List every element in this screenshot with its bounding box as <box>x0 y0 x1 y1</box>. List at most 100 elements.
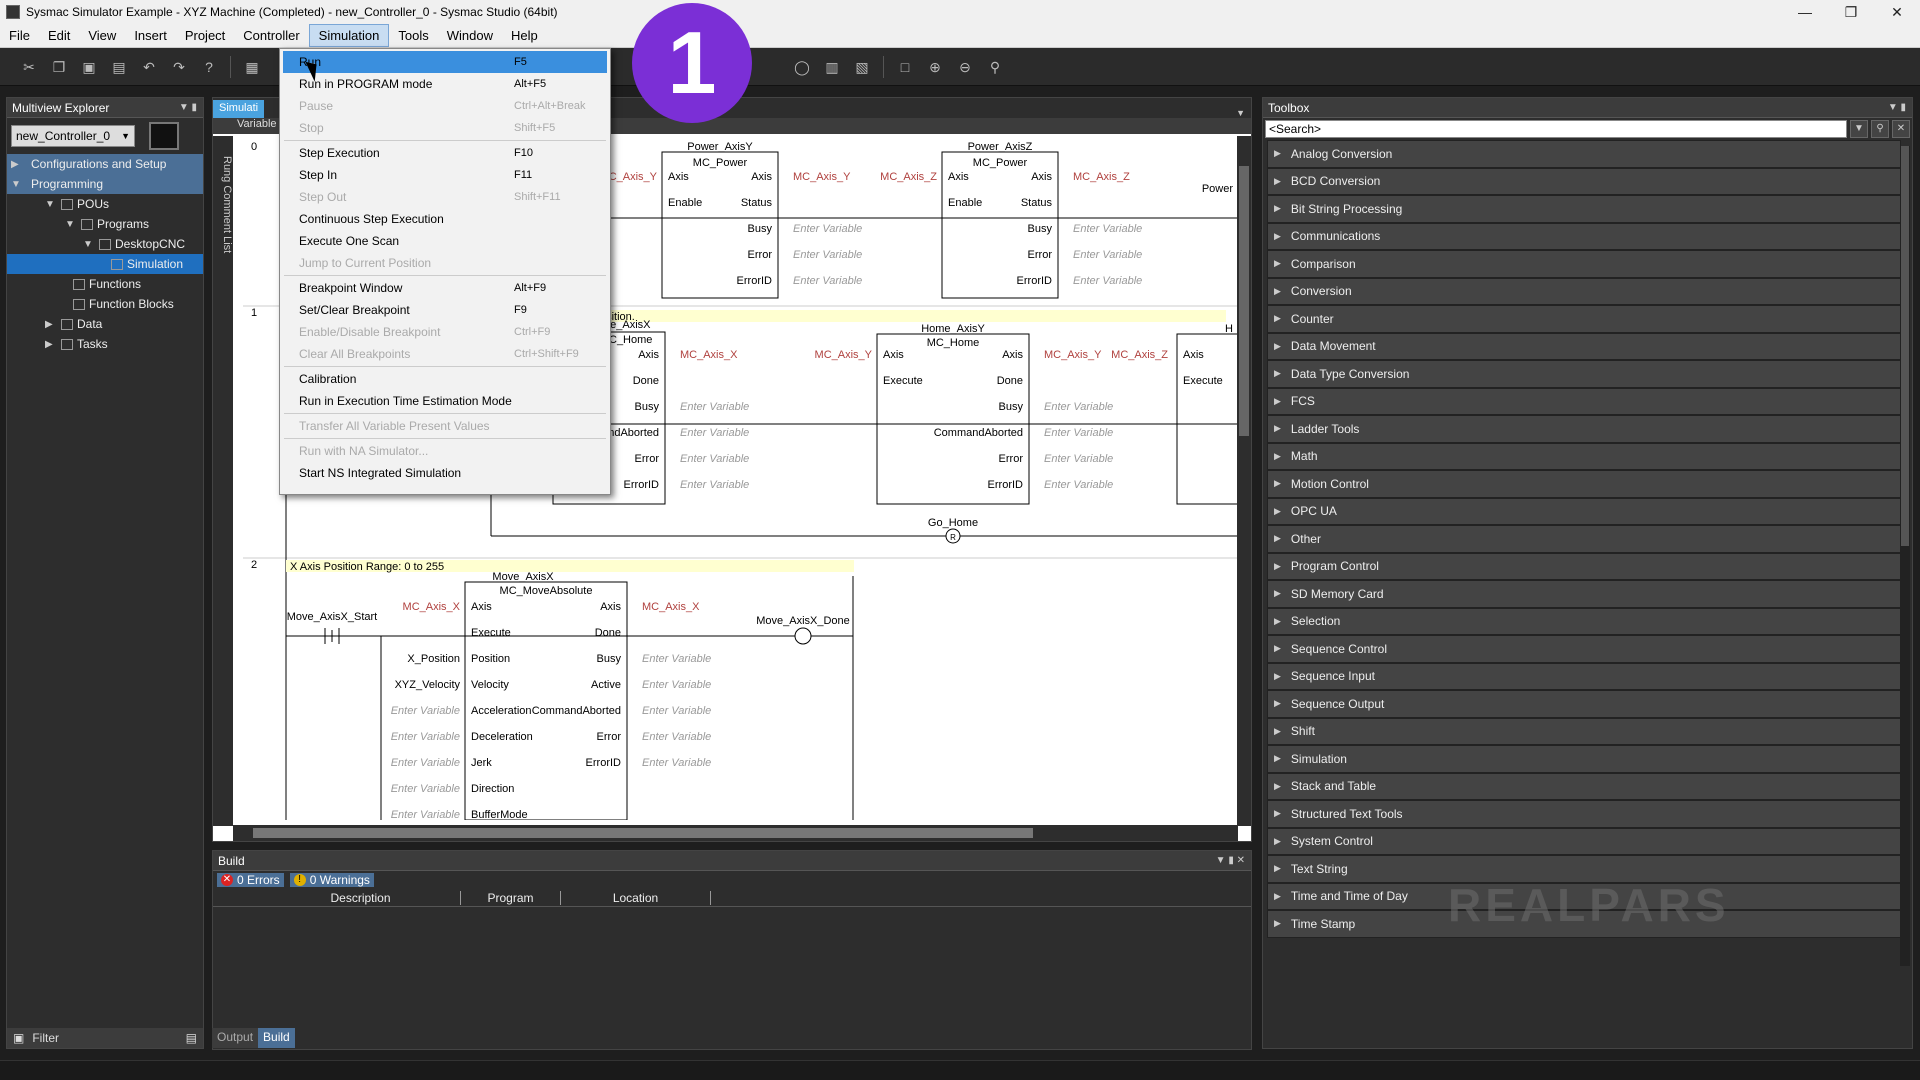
search-dropdown-icon[interactable]: ▼ <box>1850 120 1868 138</box>
variable-placeholder[interactable]: Enter Variable <box>642 653 711 665</box>
menu-item-step-in[interactable]: Step In F11 <box>280 164 610 186</box>
tree-item-desktopcnc[interactable]: ▼ DesktopCNC <box>7 234 203 254</box>
variable-placeholder[interactable]: Enter Variable <box>642 679 711 691</box>
delete-icon[interactable]: ▤ <box>111 59 127 75</box>
variable-placeholder[interactable]: Enter Variable <box>391 783 460 795</box>
clear-search-icon[interactable]: ✕ <box>1892 120 1910 138</box>
variable-name[interactable]: MC_Axis_X <box>642 601 700 613</box>
menu-item-set-clear-breakpoint[interactable]: Set/Clear Breakpoint F9 <box>280 299 610 321</box>
variable-placeholder[interactable]: Enter Variable <box>1044 427 1113 439</box>
menu-window[interactable]: Window <box>438 25 502 46</box>
toolbox-category[interactable]: ▶ Counter <box>1267 305 1901 333</box>
variable-placeholder[interactable]: Enter Variable <box>642 731 711 743</box>
minimize-icon[interactable]: — <box>1782 4 1828 21</box>
expand-icon[interactable]: ▶ <box>11 159 23 170</box>
menu-item-execution-time-estimation[interactable]: Run in Execution Time Estimation Mode <box>280 390 610 412</box>
toolbox-category[interactable]: ▶ Bit String Processing <box>1267 195 1901 223</box>
sim-run-icon[interactable]: ◯ <box>794 59 810 75</box>
toolbox-category[interactable]: ▶ Ladder Tools <box>1267 415 1901 443</box>
cut-icon[interactable]: ✂ <box>21 59 37 75</box>
rung-comment[interactable]: X Axis Position Range: 0 to 255 <box>290 561 444 573</box>
collapse-icon[interactable]: ▼ <box>65 219 77 230</box>
variable-placeholder[interactable]: Enter Variable <box>1044 401 1113 413</box>
toolbox-category[interactable]: ▶ Conversion <box>1267 277 1901 305</box>
tree-item-pous[interactable]: ▼ POUs <box>7 194 203 214</box>
menu-item-execute-one-scan[interactable]: Execute One Scan <box>280 230 610 252</box>
variable-placeholder[interactable]: Enter Variable <box>642 757 711 769</box>
paste-icon[interactable]: ▣ <box>81 59 97 75</box>
variable-placeholder[interactable]: Enter Variable <box>391 731 460 743</box>
close-icon[interactable]: ✕ <box>1874 4 1920 21</box>
scroll-thumb[interactable] <box>253 828 1033 838</box>
menu-edit[interactable]: Edit <box>39 25 79 46</box>
variable-placeholder[interactable]: Enter Variable <box>391 809 460 820</box>
pin-icon[interactable]: ▼ ▮ <box>1888 102 1906 113</box>
menu-item-ns-integrated-simulation[interactable]: Start NS Integrated Simulation <box>280 462 610 484</box>
filter-toggle-icon[interactable]: ▤ <box>186 1031 197 1045</box>
variable-name[interactable]: MC_Axis_Z <box>880 171 937 183</box>
column-header-description[interactable]: Description <box>261 890 461 905</box>
tree-item-data[interactable]: ▶ Data <box>7 314 203 334</box>
scroll-thumb[interactable] <box>1901 146 1909 546</box>
tree-item-tasks[interactable]: ▶ Tasks <box>7 334 203 354</box>
collapse-icon[interactable]: ▼ <box>45 199 57 210</box>
zoom-out-icon[interactable]: ⊖ <box>957 59 973 75</box>
menu-file[interactable]: File <box>0 25 39 46</box>
toolbox-category[interactable]: ▶ Program Control <box>1267 552 1901 580</box>
sim-scan-icon[interactable]: ▧ <box>854 59 870 75</box>
maximize-icon[interactable]: ❐ <box>1828 4 1874 21</box>
toolbox-category[interactable]: ▶ Math <box>1267 442 1901 470</box>
toolbox-scrollbar[interactable] <box>1900 146 1910 966</box>
menu-item-continuous-step[interactable]: Continuous Step Execution <box>280 208 610 230</box>
variable-placeholder[interactable]: Enter Variable <box>793 223 862 235</box>
variable-name[interactable]: MC_Axis_Z <box>1111 349 1168 361</box>
zoom-reset-icon[interactable]: ⚲ <box>987 59 1003 75</box>
toolbox-category[interactable]: ▶ Data Type Conversion <box>1267 360 1901 388</box>
tab-output[interactable]: Output <box>212 1028 259 1048</box>
menu-item-run-program-mode[interactable]: Run in PROGRAM mode Alt+F5 <box>280 73 610 95</box>
variable-name[interactable]: MC_Axis_Z <box>1073 171 1130 183</box>
toolbox-category[interactable]: ▶ Selection <box>1267 607 1901 635</box>
panel-controls-icon[interactable]: ▼ ▮ ✕ <box>1216 855 1245 866</box>
tree-item-programs[interactable]: ▼ Programs <box>7 214 203 234</box>
fit-view-icon[interactable]: □ <box>897 59 913 75</box>
variable-placeholder[interactable]: Enter Variable <box>680 427 749 439</box>
expand-icon[interactable]: ▶ <box>45 319 57 330</box>
editor-horizontal-scrollbar[interactable] <box>233 825 1238 841</box>
toolbox-category[interactable]: ▶ Data Movement <box>1267 332 1901 360</box>
toolbox-category[interactable]: ▶ BCD Conversion <box>1267 167 1901 195</box>
tab-simulation[interactable]: Simulati <box>213 100 265 118</box>
toolbox-category[interactable]: ▶ Motion Control <box>1267 470 1901 498</box>
variable-name[interactable]: MC_Axis_Y <box>815 349 873 361</box>
menu-item-run[interactable]: Run F5 <box>283 51 607 73</box>
toolbox-category[interactable]: ▶ Structured Text Tools <box>1267 800 1901 828</box>
expand-icon[interactable]: ▶ <box>45 339 57 350</box>
scroll-thumb[interactable] <box>1239 166 1249 436</box>
zoom-in-icon[interactable]: ⊕ <box>927 59 943 75</box>
undo-icon[interactable]: ↶ <box>141 59 157 75</box>
collapse-icon[interactable]: ▼ <box>11 179 23 190</box>
tab-list-icon[interactable]: ▼ <box>1236 108 1245 118</box>
toolbox-category[interactable]: ▶ Sequence Control <box>1267 635 1901 663</box>
variable-name[interactable]: XYZ_Velocity <box>395 679 461 691</box>
tab-build[interactable]: Build <box>258 1028 295 1048</box>
variable-name[interactable]: MC_Axis_X <box>403 601 461 613</box>
warnings-filter-button[interactable]: ! 0 Warnings <box>289 873 374 887</box>
menu-help[interactable]: Help <box>502 25 547 46</box>
toolbox-category[interactable]: ▶ Other <box>1267 525 1901 553</box>
variable-placeholder[interactable]: Enter Variable <box>1073 249 1142 261</box>
variable-placeholder[interactable]: Enter Variable <box>1044 479 1113 491</box>
toolbox-search-input[interactable] <box>1265 120 1847 138</box>
menu-item-step-execution[interactable]: Step Execution F10 <box>280 142 610 164</box>
variable-name[interactable]: MC_Axis_X <box>680 349 738 361</box>
tree-item-functions[interactable]: Functions <box>7 274 203 294</box>
online-icon[interactable]: ▦ <box>244 59 260 75</box>
redo-icon[interactable]: ↷ <box>171 59 187 75</box>
output-coil[interactable] <box>794 627 812 645</box>
toolbox-category[interactable]: ▶ Analog Conversion <box>1267 140 1901 168</box>
menu-simulation[interactable]: Simulation <box>308 24 390 47</box>
menu-item-breakpoint-window[interactable]: Breakpoint Window Alt+F9 <box>280 277 610 299</box>
variable-placeholder[interactable]: Enter Variable <box>391 705 460 717</box>
menu-item-calibration[interactable]: Calibration <box>280 368 610 390</box>
toolbox-category[interactable]: ▶ SD Memory Card <box>1267 580 1901 608</box>
